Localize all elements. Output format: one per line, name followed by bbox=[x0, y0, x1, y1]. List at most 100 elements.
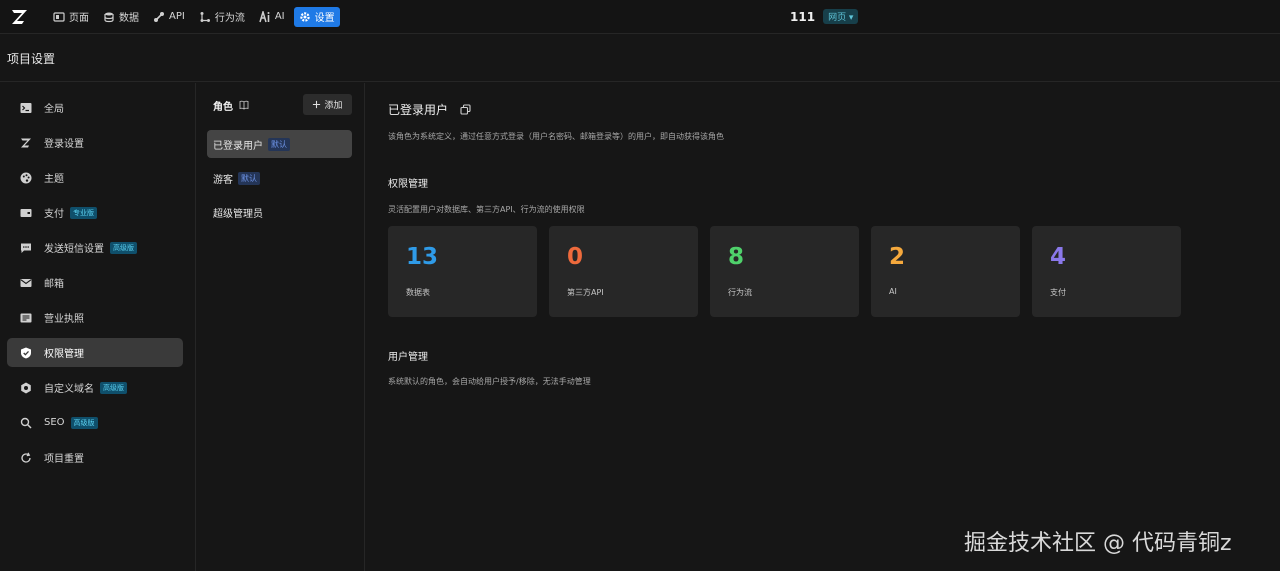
stat-card-payment[interactable]: 4 支付 bbox=[1032, 226, 1181, 317]
flow-icon bbox=[200, 11, 210, 22]
role-title-text: 已登录用户 bbox=[388, 103, 449, 117]
gear-icon bbox=[299, 11, 310, 22]
sidebar-item-mail[interactable]: 邮箱 bbox=[7, 268, 183, 297]
sidebar-item-label: 登录设置 bbox=[44, 139, 84, 150]
default-badge: 默认 bbox=[268, 137, 290, 151]
sidebar-item-domain[interactable]: 自定义域名 高级版 bbox=[7, 373, 183, 402]
stat-label: AI bbox=[889, 287, 897, 296]
sidebar-item-label: 营业执照 bbox=[44, 314, 84, 325]
shield-icon bbox=[20, 347, 32, 359]
role-label: 已登录用户 bbox=[213, 140, 263, 152]
sidebar-item-seo[interactable]: SEO 高级版 bbox=[7, 408, 183, 437]
stat-value: 0 bbox=[567, 244, 584, 270]
nav-api[interactable]: API bbox=[148, 7, 190, 27]
role-description: 该角色为系统定义，通过任意方式登录（用户名密码、邮箱登录等）的用户，即自动获得该… bbox=[388, 132, 724, 141]
stat-card-third-party-api[interactable]: 0 第三方API bbox=[549, 226, 698, 317]
palette-icon bbox=[20, 172, 32, 184]
page-header: 项目设置 bbox=[0, 35, 1280, 82]
stat-value: 2 bbox=[889, 244, 906, 270]
sidebar-item-theme[interactable]: 主题 bbox=[7, 163, 183, 192]
roles-panel: 角色 添加 已登录用户 默认 游客 默认 超级管理员 bbox=[196, 83, 365, 571]
nav-ai[interactable]: AI bbox=[254, 7, 290, 27]
nav-pages-label: 页面 bbox=[69, 13, 89, 24]
app-logo-icon[interactable] bbox=[10, 7, 30, 27]
role-label: 超级管理员 bbox=[213, 208, 263, 220]
nav-pages[interactable]: 页面 bbox=[48, 7, 94, 27]
watermark: 掘金技术社区 @ 代码青铜z bbox=[964, 531, 1232, 556]
book-icon[interactable] bbox=[239, 100, 249, 110]
sidebar-item-label: 自定义域名 bbox=[44, 384, 94, 395]
sidebar-item-label: SEO bbox=[44, 417, 65, 428]
terminal-icon bbox=[20, 102, 32, 114]
role-item-guest[interactable]: 游客 默认 bbox=[207, 164, 352, 192]
message-icon bbox=[20, 242, 32, 254]
default-badge: 默认 bbox=[238, 171, 260, 185]
sidebar-item-label: 权限管理 bbox=[44, 349, 84, 360]
payment-icon bbox=[20, 207, 32, 219]
role-item-logged-in[interactable]: 已登录用户 默认 bbox=[207, 130, 352, 158]
project-switcher[interactable]: 111 网页 ▾ bbox=[790, 9, 859, 24]
sidebar-item-reset[interactable]: 项目重置 bbox=[7, 443, 183, 472]
sidebar-item-license[interactable]: 营业执照 bbox=[7, 303, 183, 332]
nav-data-label: 数据 bbox=[119, 13, 139, 24]
page-icon bbox=[53, 11, 65, 22]
mail-icon bbox=[20, 277, 32, 289]
nav-data[interactable]: 数据 bbox=[98, 7, 144, 27]
stat-label: 第三方API bbox=[567, 288, 604, 297]
database-icon bbox=[104, 12, 114, 22]
permissions-title: 权限管理 bbox=[388, 179, 428, 190]
stat-card-flows[interactable]: 8 行为流 bbox=[710, 226, 859, 317]
stat-value: 4 bbox=[1050, 244, 1067, 270]
reset-icon bbox=[20, 452, 32, 464]
nav-flow-label: 行为流 bbox=[214, 13, 245, 24]
sidebar-item-label: 发送短信设置 bbox=[44, 244, 104, 255]
nav-flow[interactable]: 行为流 bbox=[194, 7, 250, 27]
stat-card-ai[interactable]: 2 AI bbox=[871, 226, 1020, 317]
plan-badge: 专业版 bbox=[70, 206, 97, 219]
permissions-description: 灵活配置用户对数据库、第三方API、行为流的使用权限 bbox=[388, 205, 585, 214]
settings-sidebar: 全局 登录设置 主题 支付 专业版 发送短信设置 高级版 邮箱 营业执照 权限管… bbox=[0, 83, 196, 571]
plan-badge: 高级版 bbox=[70, 416, 98, 429]
copy-icon[interactable] bbox=[460, 104, 471, 115]
stat-value: 13 bbox=[406, 244, 439, 270]
stat-label: 支付 bbox=[1050, 288, 1066, 297]
project-type-badge[interactable]: 网页 ▾ bbox=[823, 9, 859, 24]
role-detail: 已登录用户 该角色为系统定义，通过任意方式登录（用户名密码、邮箱登录等）的用户，… bbox=[366, 83, 1280, 571]
users-description: 系统默认的角色，会自动给用户授予/移除，无法手动管理 bbox=[388, 377, 591, 386]
api-icon bbox=[154, 11, 164, 22]
role-label: 游客 bbox=[213, 174, 233, 186]
nav-api-label: API bbox=[169, 11, 185, 22]
sidebar-item-label: 支付 bbox=[44, 209, 64, 220]
sidebar-item-label: 项目重置 bbox=[44, 454, 84, 465]
sidebar-item-global[interactable]: 全局 bbox=[7, 93, 183, 122]
project-name: 111 bbox=[790, 9, 816, 24]
users-title: 用户管理 bbox=[388, 352, 428, 363]
sidebar-item-label: 邮箱 bbox=[44, 279, 64, 290]
top-bar: 页面 数据 API 行为流 AI 设置 111 网页 ▾ bbox=[0, 0, 1280, 34]
role-title: 已登录用户 bbox=[388, 101, 471, 118]
stat-value: 8 bbox=[728, 244, 745, 270]
top-nav: 页面 数据 API 行为流 AI 设置 bbox=[48, 6, 340, 27]
add-role-button[interactable]: 添加 bbox=[303, 94, 352, 115]
sidebar-item-login[interactable]: 登录设置 bbox=[7, 128, 183, 157]
nav-settings[interactable]: 设置 bbox=[293, 6, 340, 27]
role-item-super-admin[interactable]: 超级管理员 bbox=[207, 198, 352, 226]
license-icon bbox=[20, 312, 32, 324]
domain-icon bbox=[20, 382, 32, 394]
stat-label: 行为流 bbox=[728, 288, 752, 297]
add-role-label: 添加 bbox=[324, 101, 343, 111]
nav-settings-label: 设置 bbox=[314, 13, 335, 24]
nav-ai-label: AI bbox=[274, 11, 285, 22]
sidebar-item-payment[interactable]: 支付 专业版 bbox=[7, 198, 183, 227]
page-title: 项目设置 bbox=[7, 51, 56, 66]
roles-title: 角色 bbox=[213, 101, 233, 113]
sidebar-item-permissions[interactable]: 权限管理 bbox=[7, 338, 183, 367]
logo-z-icon bbox=[20, 137, 32, 149]
ai-icon bbox=[259, 10, 270, 22]
stat-label: 数据表 bbox=[406, 288, 430, 297]
stat-card-tables[interactable]: 13 数据表 bbox=[388, 226, 537, 317]
sidebar-item-sms[interactable]: 发送短信设置 高级版 bbox=[7, 233, 183, 262]
plan-badge: 高级版 bbox=[110, 241, 137, 254]
search-icon bbox=[20, 417, 32, 429]
sidebar-item-label: 全局 bbox=[44, 104, 64, 115]
